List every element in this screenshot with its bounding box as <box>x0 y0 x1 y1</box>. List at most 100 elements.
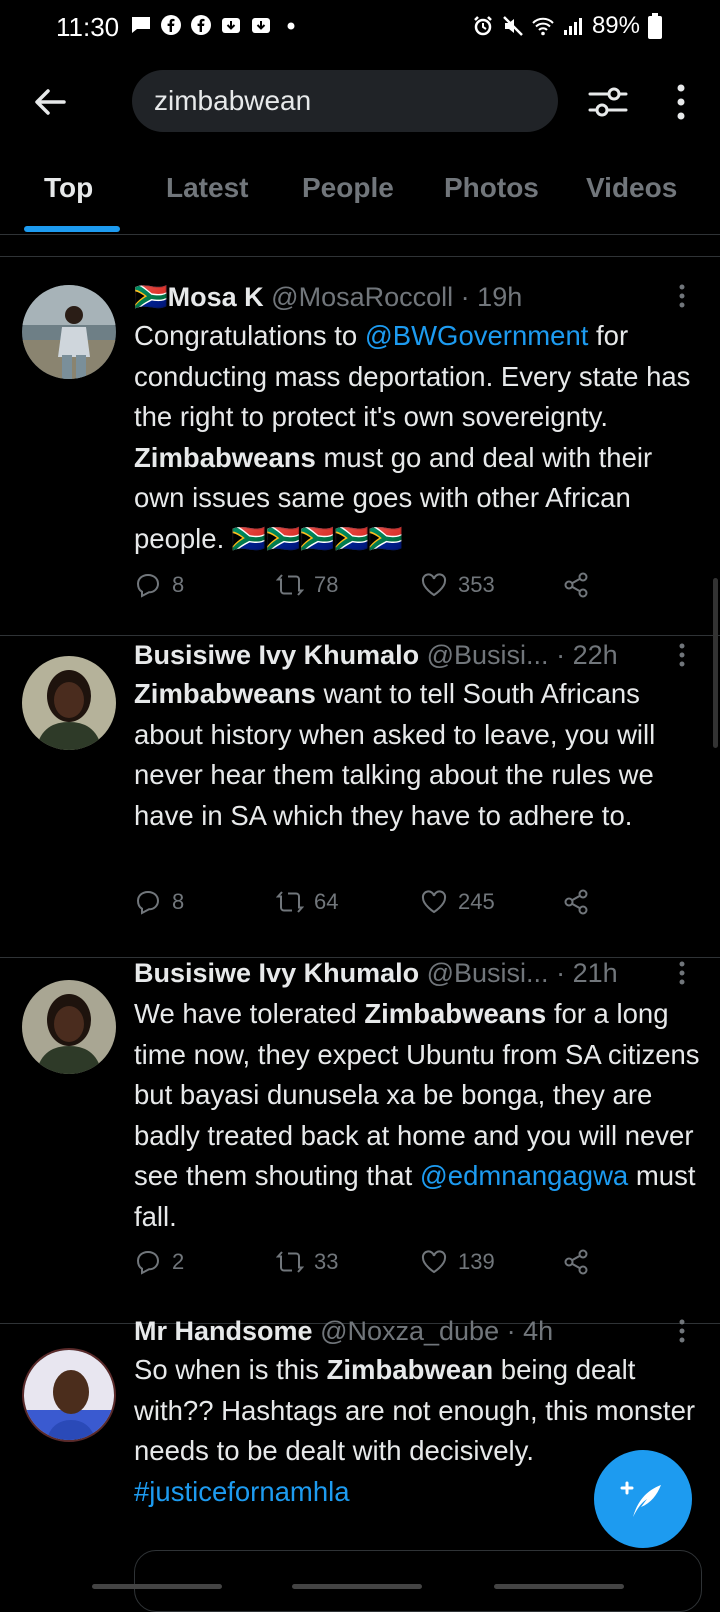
highlighted-term: Zimbabweans <box>364 998 547 1029</box>
share-icon <box>564 889 588 915</box>
reply-button[interactable]: 8 <box>134 571 184 599</box>
facebook-icon <box>191 15 211 35</box>
battery-icon <box>648 13 662 39</box>
signal-icon <box>563 18 582 35</box>
quoted-tweet-preview[interactable] <box>134 1550 702 1612</box>
reply-button[interactable]: 2 <box>134 1248 184 1276</box>
tweet-more-icon[interactable] <box>676 1318 688 1348</box>
author-handle[interactable]: @MosaRoccoll <box>271 282 453 312</box>
like-count: 353 <box>458 572 495 597</box>
text-segment: Congratulations to <box>134 320 365 351</box>
tweet-text: We have tolerated Zimbabweans for a long… <box>134 994 700 1237</box>
active-tab-indicator <box>24 226 120 232</box>
more-options-icon[interactable] <box>666 80 696 124</box>
system-icons: 89% <box>472 12 662 40</box>
separator-dot: · <box>506 1316 516 1346</box>
like-button[interactable]: 353 <box>420 571 495 599</box>
separator-dot: · <box>460 282 470 312</box>
retweet-count: 33 <box>314 1249 339 1274</box>
mention-link[interactable]: @edmnangagwa <box>420 1160 628 1191</box>
download-icon <box>252 18 270 33</box>
retweet-button[interactable]: 64 <box>276 888 338 916</box>
avatar[interactable] <box>22 980 116 1074</box>
tweet-time: 21h <box>572 958 618 988</box>
share-button[interactable] <box>562 571 590 599</box>
tweet-time: 19h <box>477 282 523 312</box>
share-icon <box>564 572 588 598</box>
like-count: 139 <box>458 1249 495 1274</box>
tweet-header: Mr Handsome @Noxza_dube · 4h <box>134 1316 553 1347</box>
nav-hint-bar <box>494 1584 624 1589</box>
reply-icon <box>136 890 160 915</box>
hashtag-link[interactable]: #justicefornamhla <box>134 1476 350 1507</box>
back-arrow-icon[interactable] <box>30 82 70 122</box>
share-button[interactable] <box>562 1248 590 1276</box>
wifi-icon <box>532 17 554 36</box>
tweet-more-icon[interactable] <box>676 283 688 313</box>
tweet-actions: 2 33 139 <box>134 1248 614 1282</box>
reply-button[interactable]: 8 <box>134 888 184 916</box>
like-button[interactable]: 139 <box>420 1248 495 1276</box>
avatar[interactable] <box>22 1348 116 1442</box>
search-input[interactable]: zimbabwean <box>132 70 558 132</box>
author-name[interactable]: Mosa K <box>168 282 264 312</box>
tweet-actions: 8 78 353 <box>134 571 614 605</box>
tweet-time: 4h <box>523 1316 554 1346</box>
tweet-more-icon[interactable] <box>676 642 688 672</box>
tab-top[interactable]: Top <box>44 172 93 204</box>
nav-hint-bar <box>92 1584 222 1589</box>
tweet-time: 22h <box>572 640 618 670</box>
tweet-text: Zimbabweans want to tell South Africans … <box>134 674 700 836</box>
compose-tweet-button[interactable] <box>594 1450 692 1548</box>
tweet-header: Busisiwe Ivy Khumalo @Busisi... · 21h <box>134 958 618 989</box>
mention-link[interactable]: @BWGovernment <box>365 320 589 351</box>
retweet-button[interactable]: 78 <box>276 571 338 599</box>
share-button[interactable] <box>562 888 590 916</box>
author-handle[interactable]: @Busisi... <box>427 640 549 670</box>
tweet-more-icon[interactable] <box>676 960 688 990</box>
tweet-actions: 8 64 245 <box>134 888 614 922</box>
filter-icon[interactable] <box>586 80 630 124</box>
tweet-header: Busisiwe Ivy Khumalo @Busisi... · 22h <box>134 640 618 671</box>
tweet-header: 🇿🇦Mosa K @MosaRoccoll · 19h <box>134 281 522 313</box>
tweet[interactable]: Busisiwe Ivy Khumalo @Busisi... · 21h We… <box>0 958 720 1324</box>
tweet[interactable]: Busisiwe Ivy Khumalo @Busisi... · 22h Zi… <box>0 636 720 958</box>
search-tabs: Top Latest People Photos Videos <box>0 160 720 235</box>
author-name[interactable]: Mr Handsome <box>134 1316 313 1346</box>
alarm-icon <box>474 16 492 36</box>
text-segment: We have tolerated <box>134 998 365 1029</box>
author-name[interactable]: Busisiwe Ivy Khumalo <box>134 958 419 988</box>
status-bar: 11:30 89% <box>0 0 720 52</box>
highlighted-term: Zimbabweans <box>134 678 316 709</box>
retweet-icon <box>276 1251 304 1273</box>
highlighted-term: Zimbabweans <box>134 441 316 473</box>
tweet-text: Congratulations to @BWGovernment for con… <box>134 316 700 559</box>
download-icon <box>222 18 240 33</box>
author-handle[interactable]: @Noxza_dube <box>320 1316 499 1346</box>
scrollbar[interactable] <box>713 578 718 748</box>
author-name[interactable]: Busisiwe Ivy Khumalo <box>134 640 419 670</box>
like-button[interactable]: 245 <box>420 888 495 916</box>
tweet[interactable]: 🇿🇦Mosa K @MosaRoccoll · 19h Congratulati… <box>0 257 720 636</box>
tab-videos[interactable]: Videos <box>586 172 677 204</box>
retweet-count: 64 <box>314 889 339 914</box>
separator-dot: · <box>556 640 566 670</box>
tab-photos[interactable]: Photos <box>444 172 539 204</box>
status-time: 11:30 <box>56 12 120 42</box>
nav-hint-bar <box>292 1584 422 1589</box>
tab-people[interactable]: People <box>302 172 394 204</box>
facebook-icon <box>161 15 181 35</box>
heart-icon <box>421 890 447 914</box>
reply-count: 8 <box>172 889 185 914</box>
chat-icon <box>132 17 150 33</box>
separator-dot: · <box>556 958 566 988</box>
author-handle[interactable]: @Busisi... <box>427 958 549 988</box>
heart-icon <box>421 573 447 597</box>
retweet-button[interactable]: 33 <box>276 1248 338 1276</box>
avatar[interactable] <box>22 285 116 379</box>
text-segment: So when is this <box>134 1354 327 1385</box>
tab-latest[interactable]: Latest <box>166 172 248 204</box>
reply-icon <box>136 1250 160 1275</box>
like-count: 245 <box>458 889 495 914</box>
avatar[interactable] <box>22 656 116 750</box>
